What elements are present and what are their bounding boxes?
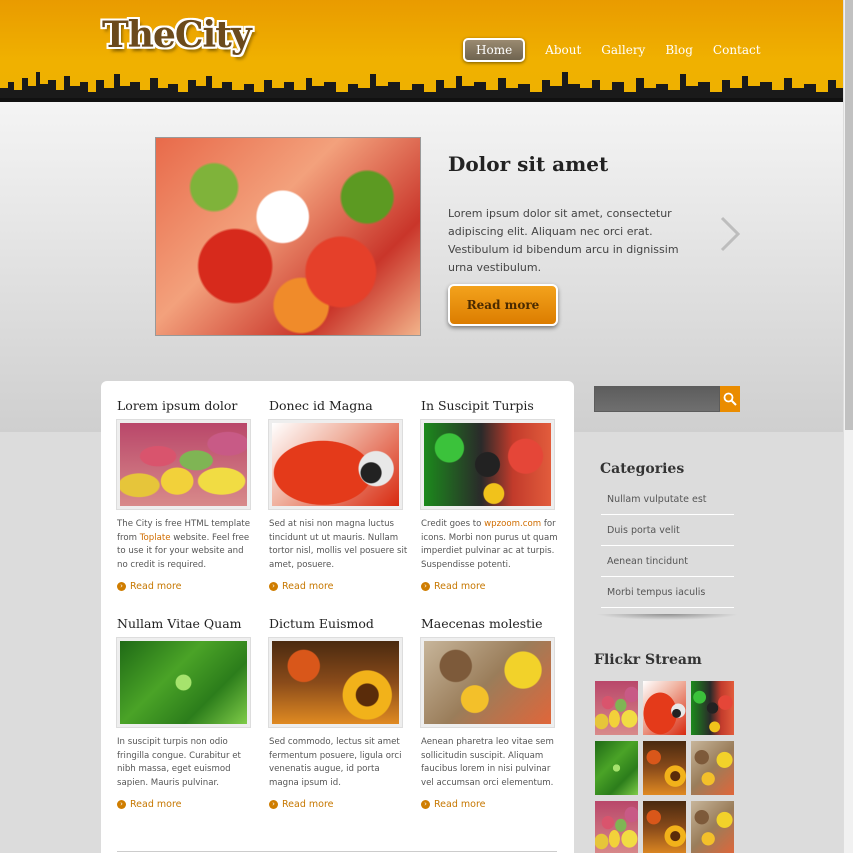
arrow-circle-icon: › bbox=[421, 800, 430, 809]
read-more-label: Read more bbox=[130, 799, 182, 810]
post-card: In Suscipit Turpis Credit goes to wpzoom… bbox=[420, 398, 561, 592]
post-card: Dictum Euismod Sed commodo, lectus sit a… bbox=[268, 616, 409, 810]
read-more-label: Read more bbox=[282, 799, 334, 810]
arrow-circle-icon: › bbox=[269, 582, 278, 591]
candy-thumbnail[interactable] bbox=[116, 419, 251, 510]
page-scrollbar[interactable] bbox=[843, 0, 853, 853]
categories-title: Categories bbox=[600, 461, 685, 477]
flickr-thumb[interactable] bbox=[691, 681, 734, 735]
flickr-thumb[interactable] bbox=[595, 681, 638, 735]
nav-blog[interactable]: Blog bbox=[665, 39, 693, 61]
slide-title: Dolor sit amet bbox=[448, 152, 609, 176]
sunflower-thumbnail[interactable] bbox=[268, 637, 403, 728]
search-button[interactable] bbox=[720, 386, 740, 412]
magnifier-icon bbox=[723, 392, 737, 406]
site-logo[interactable]: TheCity bbox=[102, 14, 252, 56]
nav-gallery[interactable]: Gallery bbox=[601, 39, 645, 61]
read-more-label: Read more bbox=[130, 581, 182, 592]
nav-contact[interactable]: Contact bbox=[713, 39, 761, 61]
post-title[interactable]: Nullam Vitae Quam bbox=[117, 616, 257, 631]
read-more-link[interactable]: › Read more bbox=[117, 799, 257, 810]
post-card: Maecenas molestie Aenean pharetra leo vi… bbox=[420, 616, 561, 810]
post-excerpt: Sed at nisi non magna luctus tincidunt u… bbox=[269, 519, 408, 570]
post-title[interactable]: Lorem ipsum dolor bbox=[117, 398, 257, 413]
templatemo-link[interactable]: Toplate bbox=[140, 533, 171, 543]
post-title[interactable]: Maecenas molestie bbox=[421, 616, 561, 631]
read-more-link[interactable]: › Read more bbox=[421, 581, 561, 592]
flickr-thumb[interactable] bbox=[643, 681, 686, 735]
category-item[interactable]: Duis porta velit bbox=[601, 515, 734, 546]
read-more-link[interactable]: › Read more bbox=[117, 581, 257, 592]
post-title[interactable]: Dictum Euismod bbox=[269, 616, 409, 631]
post-title[interactable]: Donec id Magna bbox=[269, 398, 409, 413]
flickr-thumb[interactable] bbox=[595, 801, 638, 853]
nav-home[interactable]: Home bbox=[463, 38, 526, 62]
flickr-thumb[interactable] bbox=[643, 801, 686, 853]
search-box bbox=[594, 386, 740, 412]
flickr-title: Flickr Stream bbox=[594, 652, 702, 668]
scrollbar-thumb[interactable] bbox=[845, 0, 853, 430]
post-card: Donec id Magna Sed at nisi non magna luc… bbox=[268, 398, 409, 592]
chevron-right-icon[interactable] bbox=[718, 216, 742, 252]
chevron-right-icon-graphic bbox=[720, 216, 741, 252]
post-card: Lorem ipsum dolor The City is free HTML … bbox=[116, 398, 257, 592]
post-excerpt: Credit goes to wpzoom.com for icons. Mor… bbox=[421, 518, 561, 572]
arrow-circle-icon: › bbox=[269, 800, 278, 809]
list-shadow bbox=[596, 614, 739, 620]
arrow-circle-icon: › bbox=[117, 582, 126, 591]
parrot-thumbnail[interactable] bbox=[268, 419, 403, 510]
read-more-link[interactable]: › Read more bbox=[269, 799, 409, 810]
categories-list: Nullam vulputate est Duis porta velit Ae… bbox=[601, 484, 734, 608]
divider bbox=[117, 851, 557, 852]
read-more-label: Read more bbox=[282, 581, 334, 592]
main-nav: Home About Gallery Blog Contact bbox=[463, 38, 781, 62]
flickr-thumb[interactable] bbox=[691, 741, 734, 795]
post-excerpt: Aenean pharetra leo vitae sem sollicitud… bbox=[421, 737, 554, 788]
read-more-label: Read more bbox=[434, 799, 486, 810]
read-more-link[interactable]: › Read more bbox=[421, 799, 561, 810]
post-title[interactable]: In Suscipit Turpis bbox=[421, 398, 561, 413]
category-item[interactable]: Aenean tincidunt bbox=[601, 546, 734, 577]
post-excerpt: Sed commodo, lectus sit amet fermentum p… bbox=[269, 737, 402, 788]
flickr-thumb[interactable] bbox=[595, 741, 638, 795]
slide-read-more-button[interactable]: Read more bbox=[448, 284, 558, 326]
city-skyline bbox=[0, 72, 843, 102]
spools-thumbnail[interactable] bbox=[420, 637, 555, 728]
arrow-circle-icon: › bbox=[117, 800, 126, 809]
post-card: Nullam Vitae Quam In suscipit turpis non… bbox=[116, 616, 257, 810]
read-more-label: Read more bbox=[434, 581, 486, 592]
leaf-thumbnail[interactable] bbox=[116, 637, 251, 728]
slide-text: Lorem ipsum dolor sit amet, consectetur … bbox=[448, 207, 679, 274]
wpzoom-link[interactable]: wpzoom.com bbox=[484, 519, 541, 529]
read-more-link[interactable]: › Read more bbox=[269, 581, 409, 592]
nav-about[interactable]: About bbox=[545, 39, 581, 61]
category-item[interactable]: Morbi tempus iaculis bbox=[601, 577, 734, 608]
flickr-thumb[interactable] bbox=[691, 801, 734, 853]
salad-image bbox=[155, 137, 421, 336]
post-excerpt: In suscipit turpis non odio fringilla co… bbox=[117, 737, 241, 788]
post-excerpt: The City is free HTML template from Topl… bbox=[117, 518, 257, 572]
main-content: Lorem ipsum dolor The City is free HTML … bbox=[101, 381, 574, 853]
flickr-thumb[interactable] bbox=[643, 741, 686, 795]
excerpt-text: Credit goes to bbox=[421, 519, 485, 529]
arrow-circle-icon: › bbox=[421, 582, 430, 591]
sequin-thumbnail[interactable] bbox=[420, 419, 555, 510]
category-item[interactable]: Nullam vulputate est bbox=[601, 484, 734, 515]
search-input[interactable] bbox=[594, 386, 720, 412]
site-header: TheCity Home About Gallery Blog Contact bbox=[0, 0, 843, 102]
